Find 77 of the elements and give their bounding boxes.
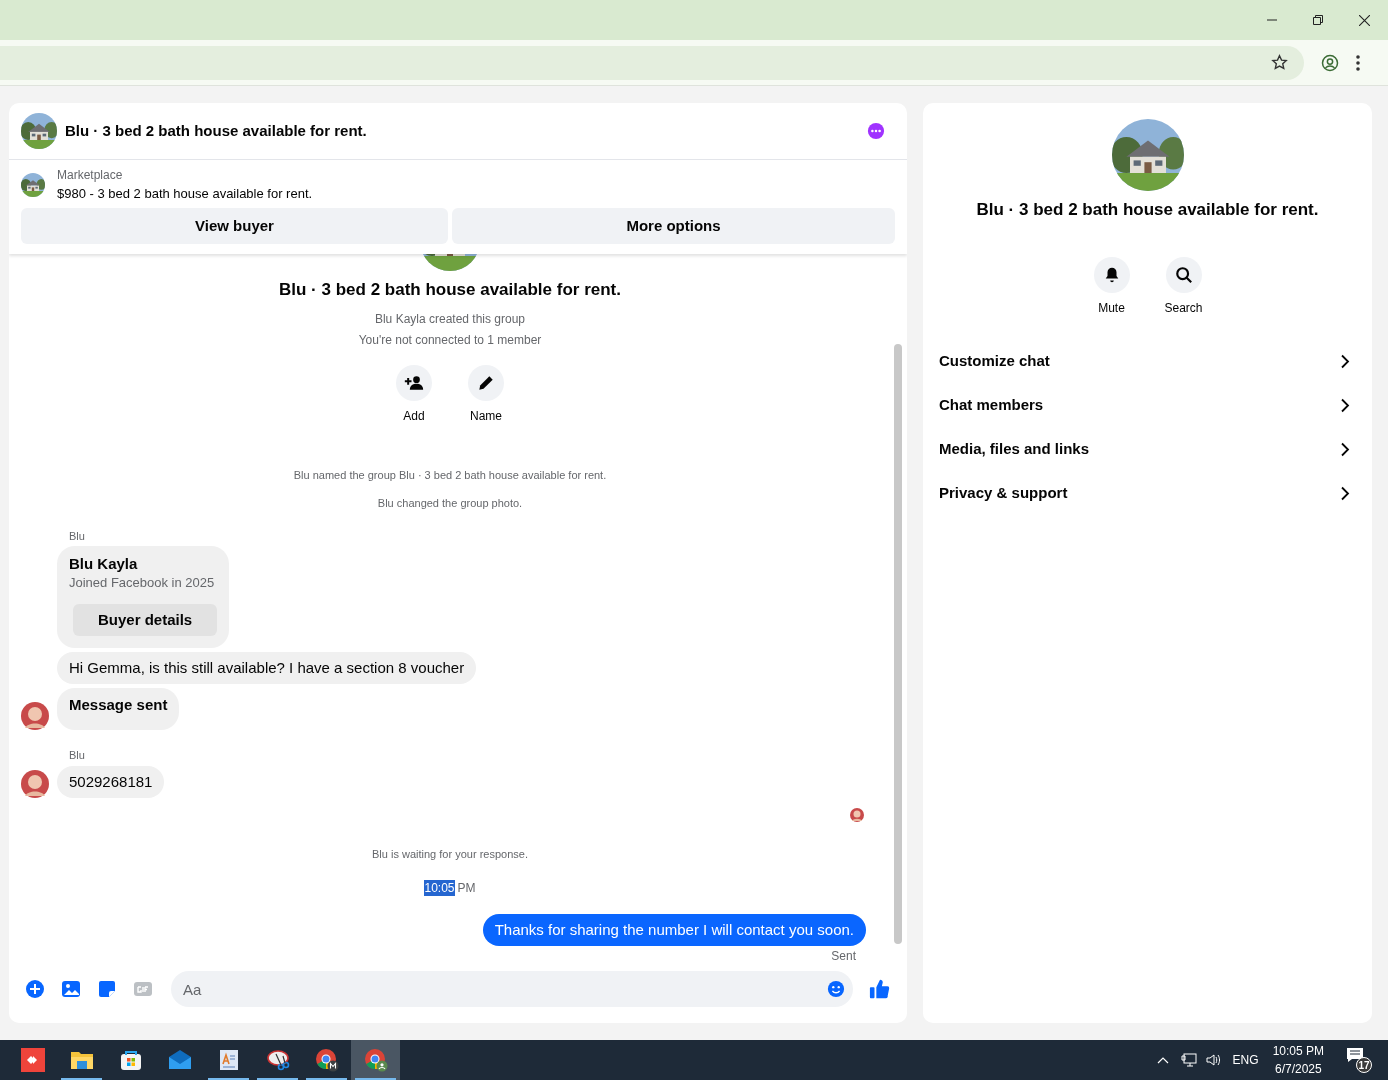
chevron-right-icon	[1340, 485, 1350, 501]
notification-count: 17	[1356, 1057, 1372, 1073]
search-icon	[1174, 266, 1193, 284]
add-person-icon	[404, 373, 424, 393]
settings-item[interactable]: Chat members	[931, 383, 1364, 427]
language-indicator[interactable]: ENG	[1232, 1051, 1259, 1069]
add-icon[interactable]	[25, 979, 45, 999]
listing-label: Marketplace	[57, 167, 124, 184]
pencil-icon	[476, 373, 496, 393]
chat-title: Blu · 3 bed 2 bath house available for rent.	[65, 120, 368, 141]
contact-subtitle: Joined Facebook in 2025	[69, 574, 216, 592]
contact-name: Blu Kayla	[69, 554, 139, 574]
chevron-up-icon[interactable]	[1156, 1056, 1169, 1064]
profile-icon[interactable]	[1321, 53, 1339, 72]
add-button[interactable]	[396, 365, 432, 401]
network-icon[interactable]	[1180, 1052, 1197, 1068]
more-icon[interactable]	[867, 122, 885, 140]
image-icon[interactable]	[61, 979, 81, 999]
settings-item[interactable]: Privacy & support	[931, 471, 1364, 515]
group-info: Blu Kayla created this group	[373, 311, 527, 328]
action-label: Search	[1164, 300, 1203, 317]
message-field[interactable]: Aa	[171, 971, 853, 1007]
sender-name: Blu	[69, 748, 86, 762]
diamond-app-icon	[20, 1048, 45, 1072]
running-indicator	[306, 1078, 347, 1080]
timestamp: PM	[457, 880, 476, 896]
browser-icon	[314, 1048, 339, 1072]
restore-icon[interactable]	[1313, 15, 1323, 25]
status-label: Sent	[831, 948, 856, 961]
chevron-right-icon	[1340, 397, 1350, 413]
search-button[interactable]	[1165, 257, 1202, 293]
sender-name: Blu	[69, 529, 86, 543]
message-bubble: Hi Gemma, is this still available? I have a section 8 voucher	[57, 652, 477, 684]
avatar	[21, 702, 49, 730]
running-indicator	[355, 1078, 396, 1080]
conversation-title: Blu · 3 bed 2 bath house available for rent.	[976, 199, 1319, 221]
running-indicator	[257, 1078, 298, 1080]
avatar	[850, 808, 864, 822]
running-indicator	[208, 1078, 249, 1080]
scrollbar-thumb[interactable]	[894, 344, 902, 944]
shopping-bag-icon	[118, 1048, 143, 1072]
system-message: Blu named the group Blu · 3 bed 2 bath house available for rent.	[292, 468, 608, 483]
like-icon[interactable]	[869, 978, 891, 1000]
sticker-icon[interactable]	[97, 979, 117, 999]
timestamp: 10:05	[424, 880, 455, 896]
emoji-icon[interactable]	[827, 980, 845, 998]
envelope-icon	[167, 1048, 192, 1072]
listing-title: $980 - 3 bed 2 bath house available for rent.	[57, 185, 313, 203]
action-label: Add	[403, 408, 425, 425]
view-buyer-button[interactable]: View buyer	[21, 208, 448, 244]
waiting-notice: Blu is waiting for your response.	[371, 847, 529, 862]
clock[interactable]: 10:05 PM 6/7/2025	[1272, 1042, 1324, 1078]
buyer-details-button[interactable]: Buyer details	[73, 604, 218, 636]
system-message: Blu changed the group photo.	[376, 496, 524, 511]
close-icon[interactable]	[1359, 14, 1370, 26]
running-indicator	[61, 1078, 102, 1080]
speaker-icon[interactable]	[1204, 1052, 1221, 1068]
notification-icon[interactable]	[1346, 1047, 1364, 1063]
action-label: Name	[470, 408, 502, 425]
chevron-right-icon	[1340, 441, 1350, 457]
menu-icon[interactable]	[1356, 54, 1360, 71]
browser-icon	[363, 1048, 388, 1072]
avatar	[21, 770, 49, 798]
group-info: You're not connected to 1 member	[357, 332, 543, 349]
bookmark-star-icon[interactable]	[1271, 54, 1288, 71]
settings-item[interactable]: Customize chat	[931, 339, 1364, 383]
action-label: Mute	[1098, 300, 1125, 317]
settings-item[interactable]: Media, files and links	[931, 427, 1364, 471]
chevron-right-icon	[1340, 353, 1350, 369]
mute-button[interactable]	[1093, 257, 1130, 293]
more-options-button[interactable]: More options	[452, 208, 895, 244]
group-title: Blu · 3 bed 2 bath house available for rent.	[278, 279, 622, 301]
scissors-icon	[265, 1048, 290, 1072]
name-button[interactable]	[468, 365, 504, 401]
message-bubble: 5029268181	[57, 766, 165, 798]
message-bubble: Message sent	[57, 688, 180, 730]
message-bubble: Thanks for sharing the number I will contact you soon.	[482, 914, 866, 946]
